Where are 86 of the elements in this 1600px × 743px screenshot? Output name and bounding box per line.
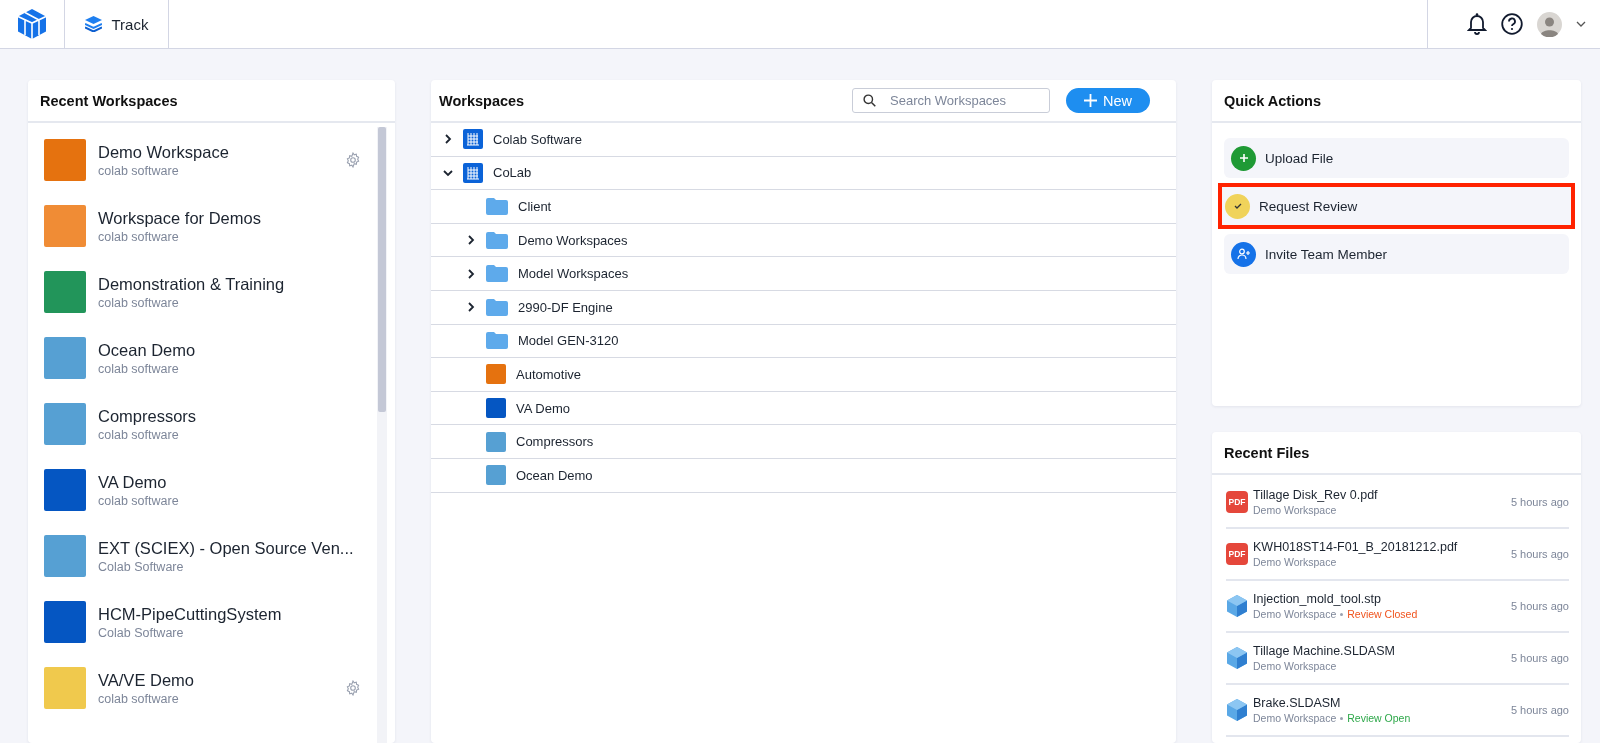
card-title: Workspaces (439, 92, 525, 109)
file-name[interactable]: Injection_mold_tool.stp (1253, 592, 1506, 606)
plus-icon (1084, 94, 1097, 107)
building-icon (463, 162, 483, 183)
cube-icon (1226, 646, 1248, 670)
workspace-name[interactable]: VA/VE Demo (98, 670, 333, 690)
file-workspace: Demo Workspace (1253, 660, 1337, 672)
workspace-name[interactable]: EXT (SCIEX) - Open Source Ven... (98, 538, 361, 558)
workspace-org: colab software (98, 163, 180, 178)
settings-icon[interactable] (345, 680, 361, 696)
file-workspace: Demo Workspace (1253, 608, 1337, 620)
file-workspace: Demo Workspace (1253, 556, 1337, 568)
tree-item-label[interactable]: Model Workspaces (518, 266, 629, 282)
review-status: Review Closed (1347, 608, 1418, 620)
tree-item-label[interactable]: Compressors (516, 434, 594, 450)
tree-item-label[interactable]: Client (518, 199, 552, 214)
file-workspace: Demo Workspace (1253, 712, 1337, 724)
folder-icon (486, 265, 508, 283)
workspace-org: colab software (98, 361, 180, 376)
workspace-org: Colab Software (98, 625, 185, 640)
track-tab[interactable]: Track (65, 0, 169, 48)
workspace-org: colab software (98, 493, 180, 508)
workspace-org: colab software (98, 427, 180, 442)
card-title: Quick Actions (1224, 92, 1321, 109)
workspace-name[interactable]: Ocean Demo (98, 340, 361, 360)
cube-icon (1226, 698, 1248, 722)
file-name[interactable]: Brake.SLDASM (1253, 696, 1506, 710)
pdf-icon: PDF (1226, 491, 1248, 513)
file-time: 5 hours ago (1510, 548, 1569, 560)
folder-icon (486, 332, 508, 350)
tree-item-label[interactable]: Automotive (516, 366, 582, 382)
card-title: Recent Workspaces (40, 92, 178, 109)
scrollbar[interactable] (377, 127, 387, 743)
plus-icon (1231, 145, 1256, 171)
notification-bell-icon[interactable] (1467, 13, 1487, 35)
search-icon (863, 94, 876, 107)
quick-action-button[interactable]: Invite Team Member (1224, 234, 1569, 274)
layers-icon (84, 16, 102, 32)
tree-item-label[interactable]: 2990-DF Engine (518, 299, 613, 315)
search-field[interactable]: Search Workspaces (852, 88, 1050, 113)
folder-icon (486, 231, 508, 249)
chevron-down-icon (443, 167, 453, 178)
file-time: 5 hours ago (1510, 496, 1569, 508)
file-time: 5 hours ago (1510, 652, 1569, 664)
workspace-name[interactable]: Workspace for Demos (98, 208, 361, 228)
quick-action-button[interactable]: Request Review (1218, 183, 1575, 229)
tree-item-label[interactable]: Ocean Demo (516, 467, 593, 483)
workspace-org: colab software (98, 295, 180, 310)
file-time: 5 hours ago (1510, 704, 1569, 716)
chevron-right-icon (466, 268, 476, 279)
file-time: 5 hours ago (1510, 600, 1569, 612)
logo-cube-icon[interactable] (16, 8, 48, 40)
add-user-icon (1231, 241, 1256, 267)
chevron-right-icon (466, 235, 476, 246)
cube-icon (1226, 594, 1248, 618)
tree-item-label[interactable]: VA Demo (516, 400, 570, 416)
building-icon (463, 129, 483, 150)
file-name[interactable]: Tillage Machine.SLDASM (1253, 644, 1506, 658)
workspace-name[interactable]: HCM-PipeCuttingSystem (98, 604, 361, 624)
workspace-name[interactable]: Compressors (98, 406, 361, 426)
workspace-name[interactable]: Demonstration & Training (98, 274, 361, 294)
review-status: Review Open (1347, 712, 1411, 724)
file-name[interactable]: KWH018ST14-F01_B_20181212.pdf (1253, 540, 1506, 554)
file-workspace: Demo Workspace (1253, 504, 1337, 516)
settings-icon[interactable] (345, 152, 361, 168)
quick-action-button[interactable]: Upload File (1224, 138, 1569, 178)
card-title: Recent Files (1224, 444, 1310, 461)
avatar[interactable] (1537, 11, 1562, 37)
tree-item-label[interactable]: Colab Software (493, 131, 582, 147)
workspace-org: colab software (98, 229, 180, 244)
tree-item-label[interactable]: CoLab (493, 165, 532, 181)
file-name[interactable]: Tillage Disk_Rev 0.pdf (1253, 488, 1506, 502)
pdf-icon: PDF (1226, 543, 1248, 565)
help-icon[interactable] (1501, 13, 1523, 35)
chevron-right-icon (443, 134, 453, 145)
workspace-name[interactable]: Demo Workspace (98, 142, 333, 162)
folder-icon (486, 298, 508, 316)
chevron-right-icon (466, 302, 476, 313)
check-icon (1225, 193, 1250, 219)
workspace-org: Colab Software (98, 559, 185, 574)
folder-icon (486, 198, 508, 215)
tree-item-label[interactable]: Demo Workspaces (518, 232, 628, 248)
tree-item-label[interactable]: Model GEN-3120 (518, 333, 619, 349)
workspace-name[interactable]: VA Demo (98, 472, 361, 492)
chevron-down-icon[interactable] (1576, 21, 1586, 27)
workspace-org: colab software (98, 691, 180, 706)
